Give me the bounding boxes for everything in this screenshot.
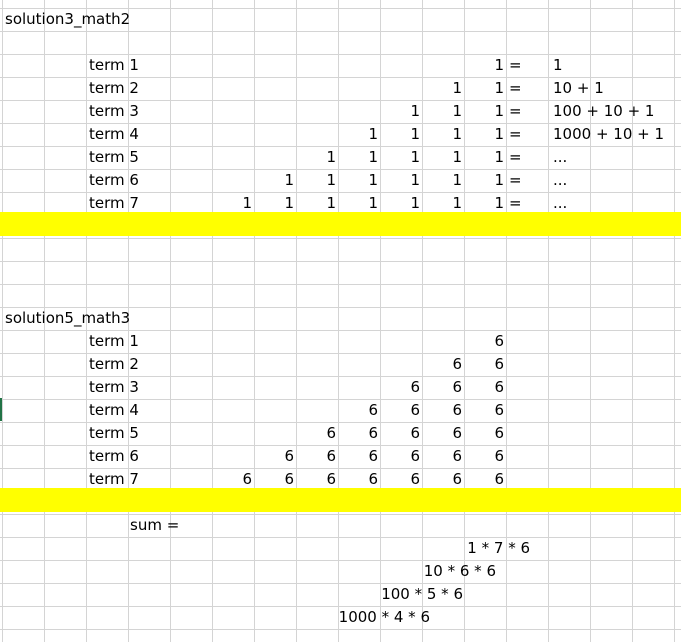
value-cell[interactable]: 1 (298, 192, 336, 215)
value-cell[interactable]: 6 (382, 422, 420, 445)
value-cell[interactable]: 6 (424, 353, 462, 376)
product-expression[interactable]: 10 * 6 * 6 (368, 560, 496, 583)
value-cell[interactable]: 1 (382, 169, 420, 192)
term-label[interactable]: term 1 (89, 330, 169, 353)
value-cell[interactable]: 6 (424, 376, 462, 399)
value-cell[interactable]: 1 (466, 146, 504, 169)
term-label[interactable]: term 6 (89, 445, 169, 468)
term-label[interactable]: term 5 (89, 422, 169, 445)
value-cell[interactable]: 6 (214, 468, 252, 491)
equals-sign[interactable]: = (509, 192, 529, 215)
term-label[interactable]: term 3 (89, 376, 169, 399)
value-cell[interactable]: 1 (382, 123, 420, 146)
value-cell[interactable]: 6 (298, 422, 336, 445)
value-cell[interactable]: 6 (256, 445, 294, 468)
section-title[interactable]: solution5_math3 (5, 307, 205, 330)
value-cell[interactable]: 1 (340, 123, 378, 146)
product-expression[interactable]: 100 * 5 * 6 (335, 583, 463, 606)
value-cell[interactable]: 1 (424, 100, 462, 123)
term-label[interactable]: term 5 (89, 146, 169, 169)
highlight-row-2[interactable] (0, 488, 681, 512)
expression-cell[interactable]: 1000 + 10 + 1 (553, 123, 678, 146)
spreadsheet-grid[interactable]: solution3_math2 term 1 1 = 1 term 2 1 1 = 10 + 1t… (0, 0, 681, 642)
product-expression[interactable]: 1000 * 4 * 6 (302, 606, 430, 629)
value-cell[interactable]: 6 (466, 422, 504, 445)
equals-sign[interactable]: = (509, 123, 529, 146)
value-cell[interactable]: 6 (340, 422, 378, 445)
sum-label[interactable]: sum = (130, 514, 210, 537)
value-cell[interactable]: 6 (466, 445, 504, 468)
value-cell[interactable]: 6 (466, 330, 504, 353)
value-cell[interactable]: 1 (424, 146, 462, 169)
value-cell[interactable]: 1 (424, 192, 462, 215)
value-cell[interactable]: 1 (424, 77, 462, 100)
value-cell[interactable]: 1 (466, 192, 504, 215)
equals-sign[interactable]: = (509, 77, 529, 100)
value-cell[interactable]: 1 (466, 54, 504, 77)
term-label[interactable]: term 3 (89, 100, 169, 123)
value-cell[interactable]: 6 (382, 468, 420, 491)
value-cell[interactable]: 1 (340, 146, 378, 169)
term-label[interactable]: term 6 (89, 169, 169, 192)
value-cell[interactable]: 6 (382, 399, 420, 422)
value-cell[interactable]: 6 (340, 468, 378, 491)
value-cell[interactable]: 6 (466, 376, 504, 399)
term-label[interactable]: term 1 (89, 54, 169, 77)
value-cell[interactable]: 1 (466, 77, 504, 100)
value-cell[interactable]: 6 (298, 445, 336, 468)
value-cell[interactable]: 1 (382, 146, 420, 169)
value-cell[interactable]: 1 (214, 192, 252, 215)
value-cell[interactable]: 1 (382, 100, 420, 123)
value-cell[interactable]: 1 (466, 169, 504, 192)
expression-cell[interactable]: 1 (553, 54, 678, 77)
value-cell[interactable]: 1 (466, 100, 504, 123)
value-cell[interactable]: 6 (466, 353, 504, 376)
equals-sign[interactable]: = (509, 169, 529, 192)
equals-sign[interactable]: = (509, 146, 529, 169)
value-cell[interactable]: 1 (466, 123, 504, 146)
equals-sign[interactable]: = (509, 54, 529, 77)
value-cell[interactable]: 1 (382, 192, 420, 215)
expression-cell[interactable]: 100 + 10 + 1 (553, 100, 678, 123)
value-cell[interactable]: 6 (382, 445, 420, 468)
expression-cell[interactable]: ... (553, 146, 678, 169)
equals-sign[interactable]: = (509, 100, 529, 123)
value-cell[interactable]: 6 (466, 399, 504, 422)
term-label[interactable]: term 7 (89, 192, 169, 215)
value-cell[interactable]: 6 (424, 468, 462, 491)
value-cell[interactable]: 1 (256, 192, 294, 215)
value-cell[interactable]: 6 (256, 468, 294, 491)
expression-cell[interactable]: ... (553, 169, 678, 192)
section-title[interactable]: solution3_math2 (5, 8, 205, 31)
value-cell[interactable]: 1 (298, 146, 336, 169)
value-cell[interactable]: 1 (424, 169, 462, 192)
value-cell[interactable]: 1 (298, 169, 336, 192)
term-label[interactable]: term 4 (89, 399, 169, 422)
term-label[interactable]: term 2 (89, 353, 169, 376)
expression-cell[interactable]: ... (553, 192, 678, 215)
product-expression[interactable]: 1 * 7 * 6 (402, 537, 530, 560)
expression-cell[interactable]: 10 + 1 (553, 77, 678, 100)
value-cell[interactable]: 6 (298, 468, 336, 491)
term-label[interactable]: term 2 (89, 77, 169, 100)
term-label[interactable]: term 7 (89, 468, 169, 491)
value-cell[interactable]: 6 (466, 468, 504, 491)
value-cell[interactable]: 6 (340, 445, 378, 468)
value-cell[interactable]: 6 (340, 399, 378, 422)
value-cell[interactable]: 6 (382, 376, 420, 399)
value-cell[interactable]: 1 (340, 192, 378, 215)
value-cell[interactable]: 1 (424, 123, 462, 146)
value-cell[interactable]: 6 (424, 422, 462, 445)
selection-indicator (0, 398, 2, 421)
highlight-row-1[interactable] (0, 212, 681, 236)
value-cell[interactable]: 1 (340, 169, 378, 192)
term-label[interactable]: term 4 (89, 123, 169, 146)
value-cell[interactable]: 6 (424, 399, 462, 422)
value-cell[interactable]: 6 (424, 445, 462, 468)
value-cell[interactable]: 1 (256, 169, 294, 192)
